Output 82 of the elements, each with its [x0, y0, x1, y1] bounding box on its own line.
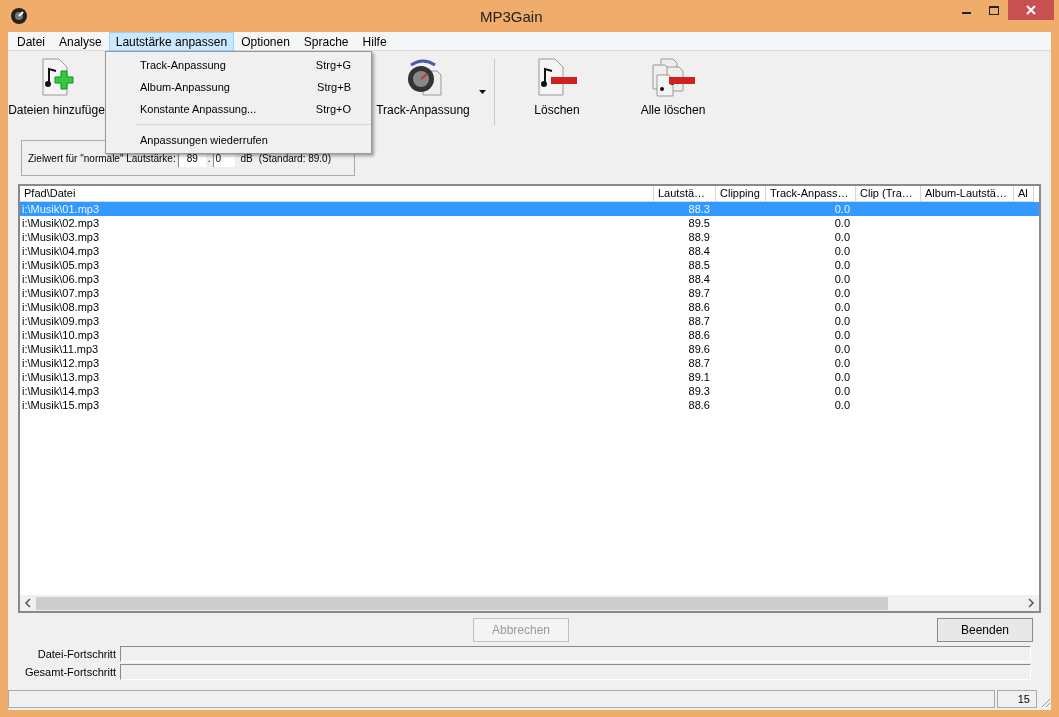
table-cell-text: i:\Musik\03.mp3 [21, 230, 101, 244]
table-cell-text: i:\Musik\09.mp3 [21, 314, 101, 328]
table-cell-text: i:\Musik\15.mp3 [21, 398, 101, 412]
resize-grip-icon[interactable] [1039, 696, 1051, 708]
toolbar-button[interactable]: Alle löschen [603, 55, 743, 129]
menu-option[interactable]: Track-Anpassung Strg+G [106, 54, 371, 76]
table-cell-text: i:\Musik\05.mp3 [21, 258, 101, 272]
shortcut-label: Strg+G [315, 57, 351, 73]
music-file-remove-icon [535, 57, 579, 97]
table-cell-text: i:\Musik\10.mp3 [21, 328, 101, 342]
table-cell-text: 88.6 [687, 300, 711, 314]
table-cell-text: i:\Musik\08.mp3 [21, 300, 101, 314]
table-cell-text: i:\Musik\07.mp3 [21, 286, 101, 300]
table-cell-text: 0.0 [833, 398, 851, 412]
close-icon [1026, 5, 1036, 15]
table-cell-text: 88.5 [687, 258, 711, 272]
menu-option[interactable]: Konstante Anpassung... Strg+O [106, 98, 371, 120]
exit-button[interactable]: Beenden [937, 617, 1033, 642]
shortcut-label: Strg+O [315, 101, 351, 117]
table-cell-text: 0.0 [833, 300, 851, 314]
horizontal-scrollbar[interactable] [20, 595, 1039, 611]
app-icon [10, 7, 28, 25]
menu-item[interactable]: Hilfe [355, 31, 394, 51]
table-cell-text: i:\Musik\12.mp3 [21, 356, 101, 370]
table-cell-text: i:\Musik\14.mp3 [21, 384, 101, 398]
table-cell-text: 89.5 [687, 216, 711, 230]
caret-icon [478, 90, 486, 94]
table-cell-text: i:\Musik\04.mp3 [21, 244, 101, 258]
toolbar-button[interactable]: Track-Anpassung [371, 55, 475, 129]
table-cell-text: 0.0 [833, 370, 851, 384]
table-cell-text: 0.0 [833, 286, 851, 300]
progress-label: Datei-Fortschritt [36, 646, 117, 662]
table-cell-text: 88.4 [687, 244, 711, 258]
menu-item[interactable]: Optionen [234, 31, 297, 51]
window-title: MP3Gain [480, 7, 543, 27]
table-cell-text: 0.0 [833, 216, 851, 230]
table-cell-text: 0.0 [833, 202, 851, 216]
table-cell-text: 0.0 [833, 314, 851, 328]
target-label: Zielwert für "normale" Lautstärke: [28, 151, 176, 166]
table-cell-text: 0.0 [833, 244, 851, 258]
table-cell-text: 89.7 [687, 286, 711, 300]
decimal-point: . [207, 151, 211, 166]
close-button[interactable] [1008, 0, 1054, 20]
table-cell-text: 88.3 [687, 202, 711, 216]
unit-label: dB [240, 151, 253, 166]
table-cell-text: 88.7 [687, 314, 711, 328]
menu-item[interactable]: Datei [10, 31, 52, 51]
standard-value: (Standard: 89.0) [258, 151, 331, 166]
table-cell-text: 88.6 [687, 328, 711, 342]
toolbar-button[interactable]: Löschen [511, 55, 603, 129]
maximize-icon [989, 5, 999, 15]
menu-item[interactable]: Analyse [52, 31, 109, 51]
table-cell-text: 88.6 [687, 398, 711, 412]
menu-item[interactable]: Sprache [296, 31, 356, 51]
table-cell-text: 88.9 [687, 230, 711, 244]
table-cell-text: i:\Musik\13.mp3 [21, 370, 101, 384]
shortcut-label: Strg+B [317, 79, 351, 95]
music-files-remove-icon [649, 57, 697, 97]
table-cell-text: 89.6 [687, 342, 711, 356]
table-cell-text: 0.0 [833, 272, 851, 286]
table-cell-text: 88.4 [687, 272, 711, 286]
file-count: 15 [997, 690, 1037, 708]
scrollbar-thumb[interactable] [36, 596, 888, 610]
table-cell-text: 0.0 [833, 258, 851, 272]
table-cell-text: 0.0 [833, 230, 851, 244]
table-cell-text: 0.0 [833, 328, 851, 342]
table-cell-text: i:\Musik\11.mp3 [21, 342, 100, 356]
table-cell-text: 88.7 [687, 356, 711, 370]
progress-label: Gesamt-Fortschritt [23, 664, 117, 680]
table-cell-text: 89.3 [687, 384, 711, 398]
table-cell-text: 0.0 [833, 356, 851, 370]
minimize-icon [961, 12, 971, 14]
menu-item[interactable]: Lautstärke anpassen [108, 31, 235, 51]
table-cell-text: 0.0 [833, 342, 851, 356]
table-cell-text: i:\Musik\02.mp3 [21, 216, 101, 230]
menu-option[interactable]: Anpassungen wiederrufen [106, 129, 371, 151]
table-cell-text: 0.0 [833, 384, 851, 398]
toolbar-button[interactable]: Dateien hinzufüge [8, 55, 105, 129]
table-cell-text: i:\Musik\01.mp3 [21, 202, 101, 216]
table-cell-text: 89.1 [687, 370, 711, 384]
table-cell-text: i:\Musik\06.mp3 [21, 272, 101, 286]
menu-option[interactable]: Album-Anpassung Strg+B [106, 76, 371, 98]
